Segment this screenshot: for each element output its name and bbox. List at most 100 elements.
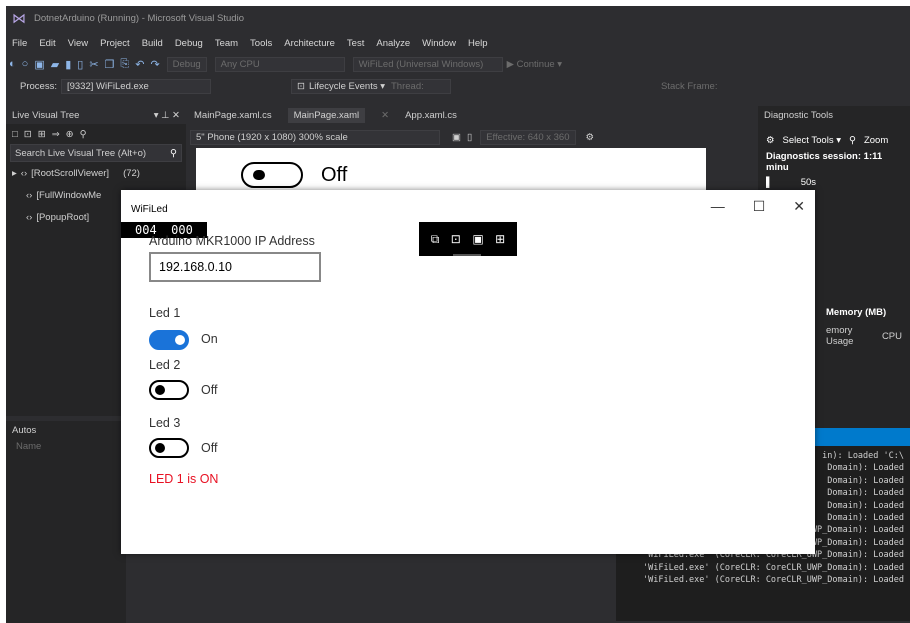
target-dropdown[interactable]: WiFiLed (Universal Windows) (352, 56, 503, 72)
close-icon[interactable]: ✕ (793, 198, 805, 215)
live-tree-search-input[interactable]: Search Live Visual Tree (Alt+o) ⚲ (10, 144, 182, 162)
ip-address-label: Arduino MKR1000 IP Address (149, 234, 315, 248)
zoom-label[interactable]: Zoom (864, 135, 888, 146)
select-tools-gear-icon[interactable]: ⚙ (766, 135, 775, 146)
canvas-toggle-knob (253, 170, 265, 180)
tree-row-label: [PopupRoot] (36, 211, 90, 223)
menu-edit[interactable]: Edit (39, 38, 55, 49)
debug-toolbar-grip[interactable] (453, 254, 481, 256)
process-dropdown[interactable]: [9332] WiFiLed.exe (60, 78, 211, 94)
stack-frame-label: Stack Frame: (660, 80, 718, 92)
session-row: Diagnostics session: 1:11 minu (758, 151, 910, 173)
device-dropdown[interactable]: 5" Phone (1920 x 1080) 300% scale (190, 129, 440, 145)
zoom-icon[interactable]: ⚲ (849, 135, 856, 146)
vs-menubar: File Edit View Project Build Debug Team … (6, 34, 494, 52)
expand-icon[interactable]: ⊕ (66, 129, 74, 140)
portrait-icon[interactable]: ▯ (467, 132, 472, 143)
menu-debug[interactable]: Debug (175, 38, 203, 49)
output-line: 'WiFiLed.exe' (CoreCLR: CoreCLR_UWP_Doma… (643, 575, 904, 586)
memory-usage-tab[interactable]: emory Usage (826, 325, 874, 347)
ip-address-input[interactable]: 192.168.0.10 (149, 252, 321, 282)
canvas-toggle-switch[interactable] (241, 162, 303, 188)
menu-project[interactable]: Project (100, 38, 130, 49)
memory-title: Memory (MB) (826, 306, 887, 318)
cpu-tab[interactable]: CPU (882, 331, 902, 342)
landscape-icon[interactable]: ▣ (452, 132, 461, 143)
element-icon: ‹› (26, 211, 33, 223)
vs-titlebar: ⋈ DotnetArduino (Running) - Microsoft Vi… (6, 6, 910, 30)
minimize-icon[interactable]: — (711, 198, 725, 215)
led2-state: Off (201, 383, 218, 397)
undo-icon[interactable]: ↶ (135, 58, 144, 71)
led1-label: Led 1 (149, 306, 181, 320)
menu-tools[interactable]: Tools (250, 38, 272, 49)
track-focus-icon[interactable]: ⊞ (38, 129, 46, 140)
device-settings-gear-icon[interactable]: ⚙ (586, 132, 595, 143)
cut-icon[interactable]: ✂ (89, 58, 98, 71)
menu-file[interactable]: File (12, 38, 27, 49)
diagnostic-tools-title: Diagnostic Tools (764, 109, 834, 121)
save-icon[interactable]: ▮ (65, 58, 71, 71)
menu-team[interactable]: Team (215, 38, 238, 49)
forward-icon[interactable]: ○ (22, 58, 29, 70)
lifecycle-events-label: Lifecycle Events ▾ (308, 80, 385, 92)
output-line: 'WiFiLed.exe' (CoreCLR: CoreCLR_UWP_Doma… (643, 562, 904, 573)
show-just-my-xaml-icon[interactable]: ⇒ (52, 129, 60, 140)
menu-help[interactable]: Help (468, 38, 488, 49)
lifecycle-events-dropdown[interactable]: ⊡ Lifecycle Events ▾ Thread: (290, 78, 451, 94)
select-tools-button[interactable]: Select Tools ▾ (783, 135, 841, 146)
diagnostic-tools-toolbar: ⚙ Select Tools ▾ ⚲ Zoom (758, 130, 910, 150)
autos-panel: Autos Name (6, 421, 126, 623)
config-dropdown[interactable]: Debug (166, 56, 207, 72)
vs-toolbar: ◐ ○ ▣ ▰ ▮ ▯ ✂ ❐ ⎘ ↶ ↷ Debug Any CPU WiFi… (6, 54, 910, 74)
new-project-icon[interactable]: ▣ (34, 58, 44, 71)
copy-icon[interactable]: ❐ (105, 58, 115, 71)
menu-architecture[interactable]: Architecture (284, 38, 335, 49)
menu-window[interactable]: Window (422, 38, 456, 49)
platform-dropdown[interactable]: Any CPU (214, 56, 345, 72)
open-folder-icon[interactable]: ▰ (51, 58, 59, 71)
go-to-live-tree-icon[interactable]: ⧉ (431, 232, 440, 247)
live-visual-tree-header: Live Visual Tree ▾ ⊥ ✕ (6, 106, 186, 124)
menu-test[interactable]: Test (347, 38, 364, 49)
settings-wrench-icon[interactable]: ⚲ (80, 129, 87, 140)
in-app-debug-toolbar: ⧉ ⊡ ▣ ⊞ (419, 222, 517, 256)
canvas-toggle-label: Off (321, 164, 348, 186)
process-label: Process: (20, 80, 57, 92)
redo-icon[interactable]: ↷ (150, 58, 159, 71)
autos-name-column[interactable]: Name (6, 439, 126, 454)
maximize-icon[interactable]: ☐ (753, 198, 766, 215)
tab-close-icon[interactable]: ✕ (381, 110, 389, 121)
select-element-icon[interactable]: □ (12, 129, 18, 140)
save-all-icon[interactable]: ▯ (77, 58, 83, 71)
expand-arrow-icon[interactable]: ▸ (12, 168, 17, 179)
select-element-icon[interactable]: ⊡ (451, 232, 461, 246)
back-icon[interactable]: ◐ (9, 58, 16, 70)
led3-label: Led 3 (149, 416, 181, 430)
panel-pin-icon[interactable]: ▾ ⊥ ✕ (154, 110, 180, 121)
led2-toggle[interactable] (149, 380, 189, 400)
wifiled-app-window: WiFiLed — ☐ ✕ 004 000 Arduino MKR1000 IP… (121, 190, 815, 554)
tab-mainpage-xaml[interactable]: MainPage.xaml (287, 107, 366, 123)
display-adorners-icon[interactable]: ⊡ (24, 129, 32, 140)
live-tree-tools: □ ⊡ ⊞ ⇒ ⊕ ⚲ (6, 124, 186, 144)
tab-app-xaml-cs[interactable]: App.xaml.cs (405, 110, 457, 121)
vs-title: DotnetArduino (Running) - Microsoft Visu… (34, 12, 244, 24)
menu-analyze[interactable]: Analyze (376, 38, 410, 49)
continue-button[interactable]: ▶ Continue ▾ (507, 59, 562, 70)
led3-toggle[interactable] (149, 438, 189, 458)
track-focus-icon[interactable]: ⊞ (495, 232, 505, 246)
element-icon: ‹› (26, 189, 33, 201)
led2-label: Led 2 (149, 358, 181, 372)
paste-icon[interactable]: ⎘ (120, 58, 129, 71)
tab-mainpage-xaml-cs[interactable]: MainPage.xaml.cs (194, 110, 272, 121)
led1-toggle[interactable] (149, 330, 189, 350)
menu-view[interactable]: View (68, 38, 88, 49)
tree-row[interactable]: ▸ ‹› [RootScrollViewer] (72) (6, 162, 186, 184)
menu-build[interactable]: Build (142, 38, 163, 49)
led1-state: On (201, 332, 218, 346)
timeline-marker[interactable]: ▌ (766, 177, 773, 188)
autos-title: Autos (12, 425, 37, 436)
timeline-row: ▌ 50s (758, 172, 910, 192)
display-layout-adorners-icon[interactable]: ▣ (472, 232, 483, 246)
